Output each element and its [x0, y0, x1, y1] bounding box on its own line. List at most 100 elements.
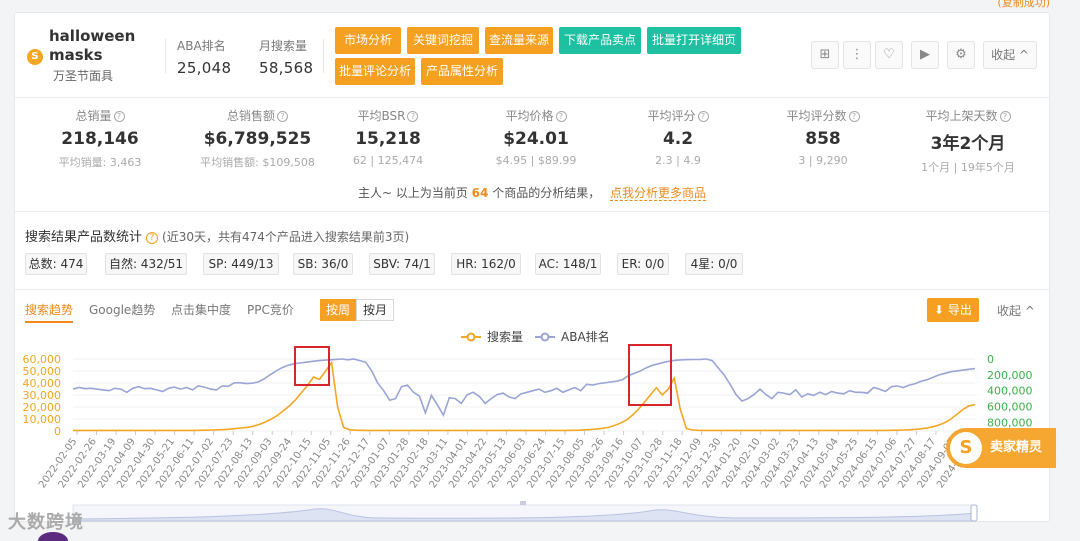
collapse-top-button[interactable]: 收起 ^ [983, 41, 1037, 69]
stat-label: 总销量 [75, 109, 112, 123]
search-stats-hint: (近30天，共有474个产品进入搜索结果前3页) [162, 230, 410, 244]
keyword-card: S halloween masks 万圣节面具 ABA排名 25,048 月搜索… [14, 12, 1050, 522]
y-right-tick-label: 0 [987, 353, 994, 366]
heart-icon[interactable]: ♡ [875, 41, 903, 69]
toggle-monthly[interactable]: 按月 [356, 299, 394, 321]
stat-sub: 3 | 9,290 [798, 154, 848, 167]
stat-value: 218,146 [61, 129, 139, 149]
tab-search-trend[interactable]: 搜索趋势 [25, 301, 74, 323]
help-icon[interactable]: ? [848, 111, 860, 122]
legend-swatch-marker [466, 332, 476, 342]
play-icon[interactable]: ▶ [911, 41, 939, 69]
stat-sub: 1个月 | 19年5个月 [921, 161, 1015, 174]
analyze-more-link[interactable]: 点我分析更多商品 [610, 186, 707, 201]
export-label: 导出 [947, 303, 972, 317]
summary-suffix: 个商品的分析结果， [492, 186, 601, 200]
stat-label: 总销售额 [226, 109, 275, 123]
analysis-summary: 主人~ 以上为当前页 64 个商品的分析结果， 点我分析更多商品 [15, 184, 1049, 201]
stat-label: 平均评分 [647, 109, 696, 123]
download-icon: ⬇ [934, 303, 948, 317]
toggle-weekly[interactable]: 按周 [320, 299, 356, 321]
help-icon[interactable]: ? [555, 111, 567, 122]
help-icon[interactable]: ? [697, 111, 709, 122]
download-selling-points-button[interactable]: 下载产品卖点 [559, 27, 641, 54]
chip-hr: HR: 162/0 [451, 253, 521, 275]
series-line-search-volume [73, 360, 976, 432]
summary-count: 64 [471, 186, 489, 200]
y-right-tick-label: 200,000 [987, 369, 1033, 382]
avg-listing-days-stat: 平均上架天数? 3年2个月 1个月 | 19年5个月 [903, 107, 1033, 175]
monthly-search-stat: 月搜索量 58,568 [259, 37, 313, 77]
collapse-trend-button[interactable]: 收起 ^ [997, 302, 1035, 319]
chip-four-star: 4星: 0/0 [685, 253, 743, 275]
gear-icon[interactable]: ⚙ [947, 41, 975, 69]
y-axis-left: 60,00050,00040,00030,00020,00010,0000 [23, 353, 62, 438]
tab-ppc-bid[interactable]: PPC竞价 [247, 301, 294, 318]
avg-bsr-stat: 平均BSR? 15,218 62 | 125,474 [333, 107, 443, 167]
y-right-tick-label: 600,000 [987, 401, 1033, 414]
seller-sprite-badge-icon: S [950, 432, 982, 464]
tab-click-concentration[interactable]: 点击集中度 [171, 301, 231, 318]
batch-open-details-button[interactable]: 批量打开详细页 [647, 27, 741, 54]
help-icon[interactable]: ? [407, 111, 419, 122]
summary-prefix: 主人~ 以上为当前页 [357, 186, 468, 200]
legend-label: 搜索量 [487, 329, 523, 344]
search-stats-title-row: 搜索结果产品数统计? (近30天，共有474个产品进入搜索结果前3页) [25, 226, 409, 245]
zoom-slider[interactable] [72, 501, 978, 522]
stat-sub: 平均销量: 3,463 [58, 156, 142, 169]
keyword-translation: 万圣节面具 [53, 69, 114, 83]
search-stats-title: 搜索结果产品数统计 [25, 230, 143, 245]
stat-label: 平均评分数 [786, 109, 847, 123]
avg-review-count-stat: 平均评分数? 858 3 | 9,290 [763, 107, 883, 167]
zoom-slider-grip [520, 501, 526, 505]
stat-value: 15,218 [355, 129, 421, 149]
keyword-title[interactable]: halloween masks [49, 27, 159, 65]
stat-label: 平均BSR [357, 109, 406, 123]
stat-sub: 62 | 125,474 [352, 154, 424, 167]
keyword-mining-button[interactable]: 关键词挖掘 [407, 27, 479, 54]
y-right-tick-label: 400,000 [987, 385, 1033, 398]
traffic-source-button[interactable]: 查流量来源 [485, 27, 553, 54]
batch-review-analysis-button[interactable]: 批量评论分析 [335, 58, 415, 85]
x-axis: 2022-02-052022-02-262022-03-192022-04-09… [37, 431, 977, 490]
divider [323, 39, 324, 73]
stat-label: 平均价格 [505, 109, 554, 123]
total-sales-stat: 总销量? 218,146 平均销量: 3,463 [45, 107, 155, 170]
seller-sprite-logo-icon: S [27, 49, 43, 65]
product-attribute-analysis-button[interactable]: 产品属性分析 [421, 58, 503, 85]
divider [15, 97, 1049, 98]
chip-sbv: SBV: 74/1 [369, 253, 435, 275]
tab-google-trend[interactable]: Google趋势 [89, 301, 155, 318]
chip-sp: SP: 449/13 [203, 253, 279, 275]
stat-value: 858 [805, 129, 841, 149]
search-trend-chart: 搜索量 ABA排名 60,00050,00040,00030,00020,0001… [23, 329, 1033, 522]
export-button[interactable]: ⬇ 导出 [927, 298, 979, 322]
zoom-slider-handle [970, 504, 978, 522]
chip-organic: 自然: 432/51 [105, 253, 187, 275]
seller-sprite-badge[interactable]: S 卖家精灵 [946, 428, 1056, 468]
market-analysis-button[interactable]: 市场分析 [335, 27, 401, 54]
help-icon[interactable]: ? [146, 232, 159, 244]
help-icon[interactable]: ? [113, 111, 125, 122]
chip-er: ER: 0/0 [617, 253, 669, 275]
stat-label: 平均上架天数 [925, 109, 998, 123]
copy-status-note: (复制成功) [997, 0, 1050, 9]
divider [15, 211, 1049, 212]
watermark: 大数跨境 [8, 512, 84, 533]
monthly-search-value: 58,568 [259, 59, 314, 77]
help-icon[interactable]: ? [999, 111, 1011, 122]
more-vertical-icon[interactable]: ⋮ [843, 41, 871, 69]
stat-value: $24.01 [503, 129, 569, 149]
total-revenue-stat: 总销售额? $6,789,525 平均销售额: $109,508 [185, 107, 330, 170]
avg-rating-stat: 平均评分? 4.2 2.3 | 4.9 [623, 107, 733, 167]
stat-value: 4.2 [662, 129, 694, 149]
help-icon[interactable]: ? [277, 111, 288, 122]
brand-name: 卖家精灵 [990, 440, 1043, 455]
aba-rank-stat: ABA排名 25,048 [177, 37, 231, 77]
divider [15, 289, 1049, 290]
legend-label: ABA排名 [561, 329, 610, 344]
stat-sub: 2.3 | 4.9 [655, 154, 701, 167]
aba-rank-label: ABA排名 [177, 39, 226, 53]
chart-legend: 搜索量 ABA排名 [461, 329, 610, 344]
grid-icon[interactable]: ⊞ [811, 41, 839, 69]
